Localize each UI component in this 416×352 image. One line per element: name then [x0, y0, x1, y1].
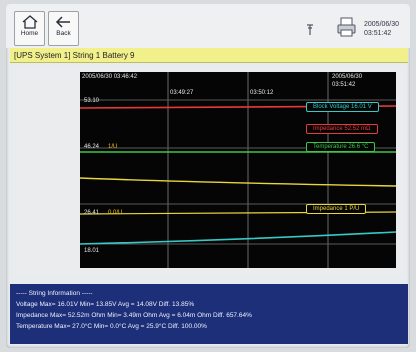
- axis-value-1: 53.10: [84, 98, 100, 104]
- axis-value-6: 18.01: [84, 248, 100, 254]
- time-tick-2: 03:50:12: [250, 90, 274, 96]
- breadcrumb: [UPS System 1] String 1 Battery 9: [10, 48, 408, 63]
- voltage-series-label[interactable]: Block Voltage 16.01 V: [306, 102, 379, 112]
- home-button[interactable]: Home: [14, 11, 45, 46]
- axis-value-4: 26.41: [84, 210, 100, 216]
- printer-icon[interactable]: [336, 16, 358, 38]
- temperature-stats: Temperature Max= 27.0°C Min= 0.0°C Avg =…: [16, 323, 207, 330]
- top-toolbar: Home Back 2005/06/30 03:51:42: [6, 4, 410, 48]
- back-button-label: Back: [56, 30, 71, 37]
- home-button-label: Home: [20, 30, 39, 37]
- impedance-pu-series-label[interactable]: Impedance 1 P/U: [306, 204, 367, 214]
- axis-value-2: 46.24: [84, 144, 100, 150]
- current-datetime: 2005/06/30 03:51:42: [364, 20, 399, 38]
- info-heading: ----- String Information -----: [16, 290, 93, 297]
- temperature-series-label[interactable]: Temperature 26.6 °C: [306, 142, 376, 152]
- voltage-series-line: [80, 231, 396, 245]
- end-time: 03:51:42: [332, 82, 356, 88]
- end-date: 2005/06/30: [332, 74, 363, 80]
- current-date: 2005/06/30: [364, 21, 400, 28]
- pin-icon[interactable]: [306, 24, 314, 39]
- trend-plot: 2005/06/30 03:46:42 03:49:27 03:50:12 20…: [80, 72, 396, 268]
- impedance-series-label[interactable]: Impedance 52.52 mΩ: [306, 124, 378, 134]
- home-icon: [22, 15, 37, 29]
- axis-value-5: 0.0/U: [108, 210, 123, 216]
- start-timestamp: 2005/06/30 03:46:42: [82, 74, 138, 80]
- back-arrow-icon: [55, 16, 70, 28]
- current-time: 03:51:42: [364, 30, 392, 37]
- axis-value-3: 1/U: [108, 144, 118, 150]
- time-tick-1: 03:49:27: [170, 90, 194, 96]
- impedance-pu-series-line: [80, 177, 396, 187]
- string-information-panel: ----- String Information ----- Voltage M…: [10, 284, 408, 344]
- impedance-stats: Impedance Max= 52.52m Ohm Min= 3.49m Ohm…: [16, 312, 252, 319]
- voltage-stats: Voltage Max= 16.01V Min= 13.85V Avg = 14…: [16, 301, 195, 308]
- back-button[interactable]: Back: [48, 11, 79, 46]
